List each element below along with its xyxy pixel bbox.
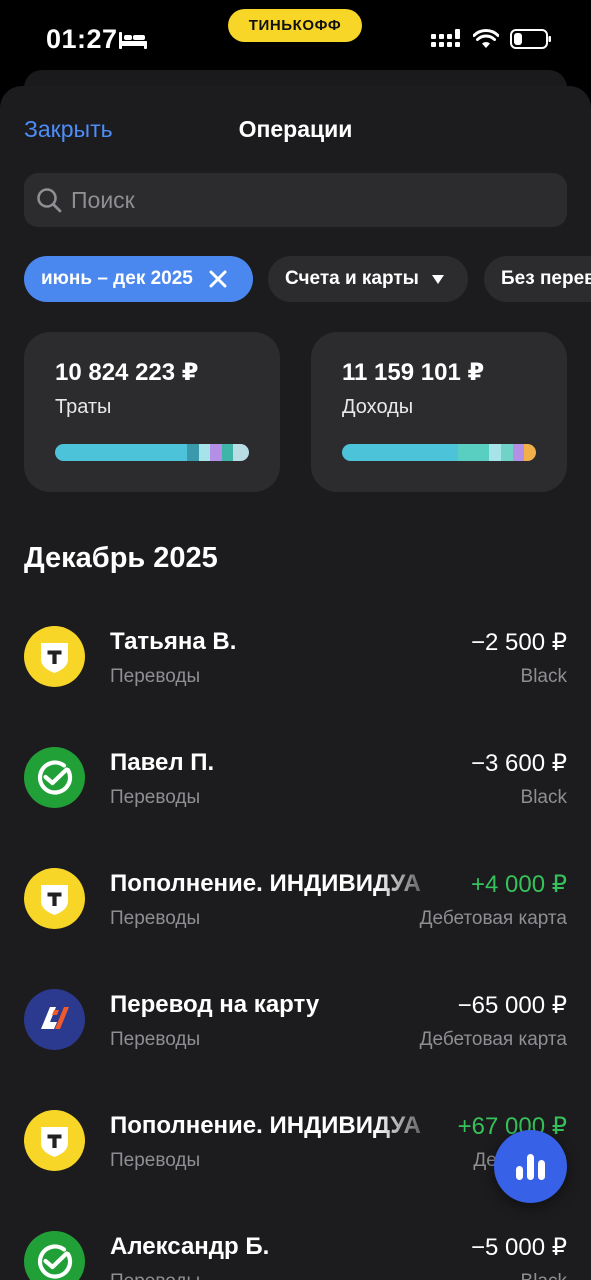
category-segment bbox=[198, 444, 211, 461]
transaction-account: Black bbox=[521, 1271, 567, 1280]
month-section-title: Декабрь 2025 bbox=[24, 542, 218, 574]
transaction-amount: −3 600 ₽ bbox=[470, 750, 567, 777]
transaction-account: Дебетовая карта bbox=[419, 1029, 567, 1050]
status-bar: 01:27 ТИНЬКОФФ bbox=[0, 0, 591, 80]
spending-label: Траты bbox=[55, 396, 112, 418]
search-input[interactable] bbox=[63, 173, 567, 227]
spending-amount: 10 824 223 ₽ bbox=[55, 359, 199, 386]
category-segment bbox=[342, 444, 459, 461]
transaction-amount: +4 000 ₽ bbox=[470, 871, 567, 898]
bed-icon bbox=[119, 32, 147, 49]
search-bar[interactable] bbox=[24, 173, 567, 227]
transaction-account: Black bbox=[520, 666, 567, 687]
close-icon[interactable] bbox=[209, 270, 227, 288]
category-segment bbox=[458, 444, 490, 461]
transaction-account: Дебетовая карта bbox=[419, 908, 567, 929]
transaction-amount: −5 000 ₽ bbox=[470, 1234, 567, 1261]
category-segment bbox=[186, 444, 199, 461]
income-amount: 11 159 101 ₽ bbox=[342, 359, 485, 386]
tinkoff-logo-icon bbox=[24, 1110, 85, 1171]
operations-sheet: Закрыть Операции июнь – дек 2025 Счета и… bbox=[0, 86, 591, 1280]
category-segment bbox=[221, 444, 234, 461]
sber-logo-icon bbox=[24, 1231, 85, 1280]
transaction-row[interactable]: Александр Б. Переводы −5 000 ₽ Black bbox=[0, 1201, 591, 1280]
bank-logo-icon bbox=[24, 989, 85, 1050]
transaction-name: Александр Б. bbox=[110, 1233, 270, 1260]
screen: 01:27 ТИНЬКОФФ Закрыть Операции Поиск ию… bbox=[0, 0, 591, 1280]
category-segment bbox=[55, 444, 187, 461]
transfers-filter-label: Без перев bbox=[501, 268, 591, 289]
transaction-account: Black bbox=[520, 787, 567, 808]
category-segment bbox=[501, 444, 513, 461]
caret-down-icon bbox=[431, 274, 444, 284]
tinkoff-logo-icon bbox=[24, 626, 85, 687]
spending-card[interactable]: 10 824 223 ₽ Траты bbox=[24, 332, 280, 492]
category-segment bbox=[210, 444, 222, 461]
category-segment bbox=[524, 444, 536, 461]
transaction-row[interactable]: Павел П. Переводы −3 600 ₽ Black bbox=[0, 717, 591, 827]
filter-chips: июнь – дек 2025 Счета и карты Без перев bbox=[24, 256, 591, 303]
transfers-filter-chip[interactable]: Без перев bbox=[484, 256, 591, 302]
transaction-amount: −65 000 ₽ bbox=[457, 992, 567, 1019]
status-time: 01:27 bbox=[46, 24, 118, 54]
transaction-category: Переводы bbox=[110, 666, 201, 687]
accounts-filter-chip[interactable]: Счета и карты bbox=[268, 256, 468, 302]
category-segment bbox=[233, 444, 249, 461]
analytics-button[interactable] bbox=[494, 1130, 567, 1203]
transaction-name: Пополнение. ИНДИВИДУА bbox=[110, 1112, 421, 1139]
analytics-bars-icon bbox=[515, 1153, 545, 1180]
accounts-filter-label: Счета и карты bbox=[285, 268, 419, 289]
transaction-row[interactable]: Татьяна В. Переводы −2 500 ₽ Black bbox=[0, 596, 591, 706]
transaction-name: Пополнение. ИНДИВИДУА bbox=[110, 870, 421, 897]
signal-icon bbox=[431, 29, 460, 47]
page-title: Операции bbox=[238, 116, 353, 142]
category-segment bbox=[512, 444, 525, 461]
transaction-category: Переводы bbox=[110, 908, 201, 929]
date-range-label: июнь – дек 2025 bbox=[41, 268, 193, 289]
date-range-chip[interactable]: июнь – дек 2025 bbox=[24, 256, 253, 302]
transaction-row[interactable]: Перевод на карту Переводы −65 000 ₽ Дебе… bbox=[0, 959, 591, 1069]
transaction-category: Переводы bbox=[110, 1271, 200, 1280]
spending-category-bar bbox=[55, 444, 249, 461]
category-segment bbox=[489, 444, 502, 461]
transaction-category: Переводы bbox=[110, 1029, 201, 1050]
search-icon bbox=[37, 188, 62, 213]
transaction-row[interactable]: Пополнение. ИНДИВИДУА Переводы +4 000 ₽ … bbox=[0, 838, 591, 948]
tinkoff-logo-icon bbox=[24, 868, 85, 929]
income-category-bar bbox=[342, 444, 536, 461]
transaction-name: Павел П. bbox=[110, 749, 215, 776]
transaction-category: Переводы bbox=[110, 1150, 201, 1171]
transaction-category: Переводы bbox=[110, 787, 201, 808]
transaction-amount: −2 500 ₽ bbox=[470, 629, 567, 656]
transaction-name: Перевод на карту bbox=[110, 991, 320, 1018]
income-label: Доходы bbox=[342, 396, 414, 418]
carrier-pill: ТИНЬКОФФ bbox=[228, 9, 362, 42]
income-card[interactable]: 11 159 101 ₽ Доходы bbox=[311, 332, 567, 492]
battery-icon bbox=[510, 29, 551, 49]
sber-logo-icon bbox=[24, 747, 85, 808]
transaction-name: Татьяна В. bbox=[110, 628, 237, 655]
wifi-icon bbox=[473, 29, 499, 48]
